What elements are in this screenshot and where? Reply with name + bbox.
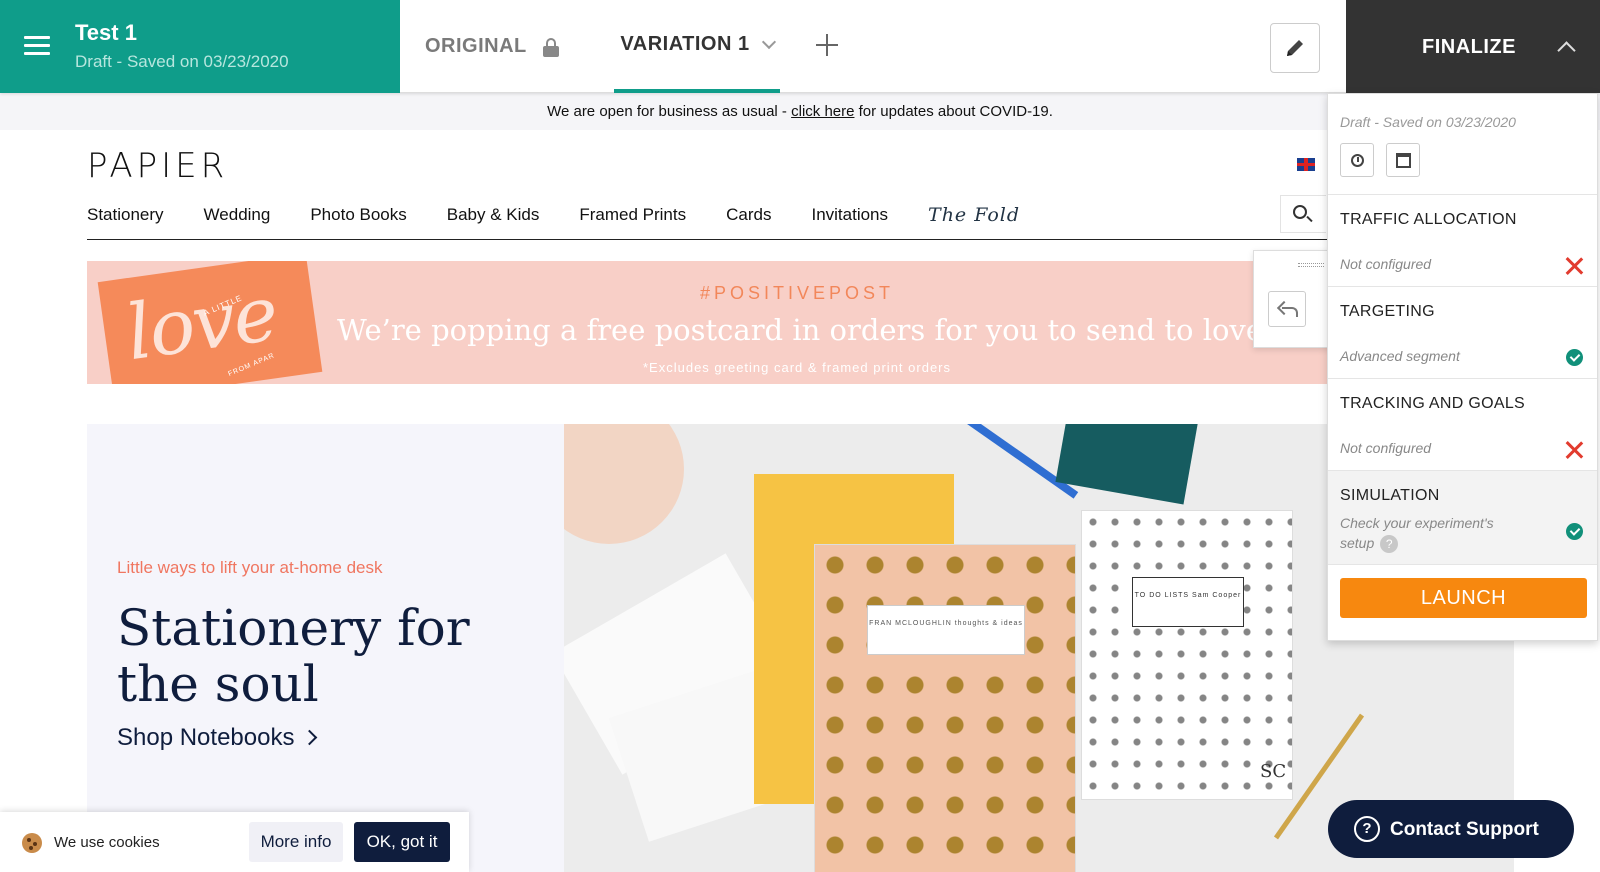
section-title: TRAFFIC ALLOCATION (1340, 211, 1517, 228)
finalize-panel: Draft - Saved on 03/23/2020 TRAFFIC ALLO… (1327, 93, 1598, 641)
editor-topbar: Test 1 Draft - Saved on 03/23/2020 ORIGI… (0, 0, 1600, 93)
uk-flag-icon[interactable] (1297, 158, 1315, 171)
section-status: Advanced segment (1340, 348, 1460, 364)
section-status: Not configured (1340, 440, 1432, 456)
chevron-up-icon (1557, 41, 1576, 60)
accept-cookies-button[interactable]: OK, got it (354, 822, 450, 862)
section-title: SIMULATION (1340, 487, 1440, 504)
info-icon[interactable]: ? (1380, 535, 1399, 554)
contact-support-button[interactable]: ? Contact Support (1328, 800, 1574, 858)
promo-note: *Excludes greeting card & framed print o… (642, 360, 951, 375)
nav-divider (87, 239, 1327, 240)
error-x-icon (1565, 441, 1583, 459)
launch-button[interactable]: LAUNCH (1340, 578, 1587, 618)
section-targeting[interactable]: TARGETING Advanced segment (1328, 286, 1597, 378)
section-status: Not configured (1340, 256, 1432, 272)
covid-link[interactable]: click here (791, 103, 854, 120)
test-status: Draft - Saved on 03/23/2020 (75, 52, 289, 71)
leopard-notebook: FRAN MCLOUGHLIN thoughts & ideas (814, 544, 1076, 872)
promo-headline: We’re popping a free postcard in orders … (337, 313, 1329, 347)
nav-item-wedding[interactable]: Wedding (204, 205, 271, 225)
section-status: Check your experiment's setup? (1340, 513, 1525, 554)
promo-banner[interactable]: love A LITTLE FROM APAR #POSITIVEPOST We… (87, 261, 1329, 384)
panel-saved-status: Draft - Saved on 03/23/2020 (1340, 114, 1516, 130)
section-tracking-goals[interactable]: TRACKING AND GOALS Not configured (1328, 378, 1597, 470)
check-circle-icon (1566, 349, 1583, 366)
finalize-label: FINALIZE (1422, 36, 1516, 58)
section-title: TRACKING AND GOALS (1340, 395, 1525, 412)
cookie-banner: We use cookies More info OK, got it (0, 812, 469, 872)
cookie-text: We use cookies (54, 834, 160, 851)
hero-title: Stationery for the soul (117, 599, 470, 713)
hero-text-panel: Little ways to lift your at-home desk St… (87, 424, 564, 872)
schedule-button[interactable] (1340, 143, 1374, 177)
calendar-button[interactable] (1386, 143, 1420, 177)
promo-hashtag: #POSITIVEPOST (699, 283, 895, 303)
tab-variation-label: VARIATION 1 (620, 33, 750, 55)
nav-item-framed-prints[interactable]: Framed Prints (579, 205, 686, 225)
tab-original-label: ORIGINAL (425, 35, 527, 57)
section-status-text: Check your experiment's setup (1340, 515, 1494, 551)
section-traffic-allocation[interactable]: TRAFFIC ALLOCATION Not configured (1328, 194, 1597, 286)
test-header: Test 1 Draft - Saved on 03/23/2020 (0, 0, 400, 93)
undo-icon[interactable] (1268, 291, 1306, 327)
nav-item-invitations[interactable]: Invitations (811, 205, 888, 225)
cookie-icon (22, 833, 42, 853)
site-logo[interactable]: PAPIER (87, 146, 228, 186)
snow-leopard-notebook: TO DO LISTS Sam Cooper SC (1081, 510, 1293, 800)
nav-item-cards[interactable]: Cards (726, 205, 771, 225)
section-title: TARGETING (1340, 303, 1435, 320)
notebook-initials: SC (1260, 761, 1287, 782)
more-info-button[interactable]: More info (249, 822, 343, 862)
error-x-icon (1565, 257, 1583, 275)
lock-icon (542, 37, 559, 57)
chevron-right-icon (302, 729, 318, 746)
menu-icon[interactable] (24, 36, 50, 56)
check-circle-icon (1566, 523, 1583, 540)
shop-notebooks-link[interactable]: Shop Notebooks (117, 724, 318, 752)
site-nav: Stationery Wedding Photo Books Baby & Ki… (87, 200, 1060, 230)
help-icon: ? (1354, 816, 1380, 842)
section-simulation[interactable]: SIMULATION Check your experiment's setup… (1328, 470, 1597, 564)
finalize-button[interactable]: FINALIZE (1346, 0, 1600, 93)
nav-item-stationery[interactable]: Stationery (87, 205, 164, 225)
covid-prefix: We are open for business as usual - (547, 103, 792, 120)
clock-icon (1351, 154, 1364, 167)
covid-suffix: for updates about COVID-19. (854, 103, 1053, 120)
drag-handle-icon[interactable] (1298, 263, 1324, 267)
nav-item-photo-books[interactable]: Photo Books (310, 205, 406, 225)
hero-tagline: Little ways to lift your at-home desk (117, 558, 383, 577)
contact-support-label: Contact Support (1390, 819, 1539, 840)
edit-button[interactable] (1270, 23, 1320, 73)
search-icon (1293, 205, 1307, 219)
notebook-label: TO DO LISTS Sam Cooper (1132, 577, 1244, 627)
calendar-icon (1396, 153, 1411, 168)
editor-floating-toolbar[interactable] (1253, 250, 1333, 348)
chevron-down-icon[interactable] (761, 34, 776, 49)
tab-variation-1[interactable]: VARIATION 1 (614, 0, 780, 93)
nav-item-baby-kids[interactable]: Baby & Kids (447, 205, 540, 225)
tab-original[interactable]: ORIGINAL (425, 0, 559, 93)
test-title: Test 1 (75, 20, 137, 45)
add-variation-icon[interactable] (816, 34, 838, 56)
search-button[interactable] (1280, 195, 1326, 233)
notebook-label: FRAN MCLOUGHLIN thoughts & ideas (867, 605, 1025, 655)
pencil-icon (1287, 40, 1303, 56)
nav-item-the-fold[interactable]: The Fold (928, 204, 1020, 226)
shop-notebooks-label: Shop Notebooks (117, 724, 295, 751)
